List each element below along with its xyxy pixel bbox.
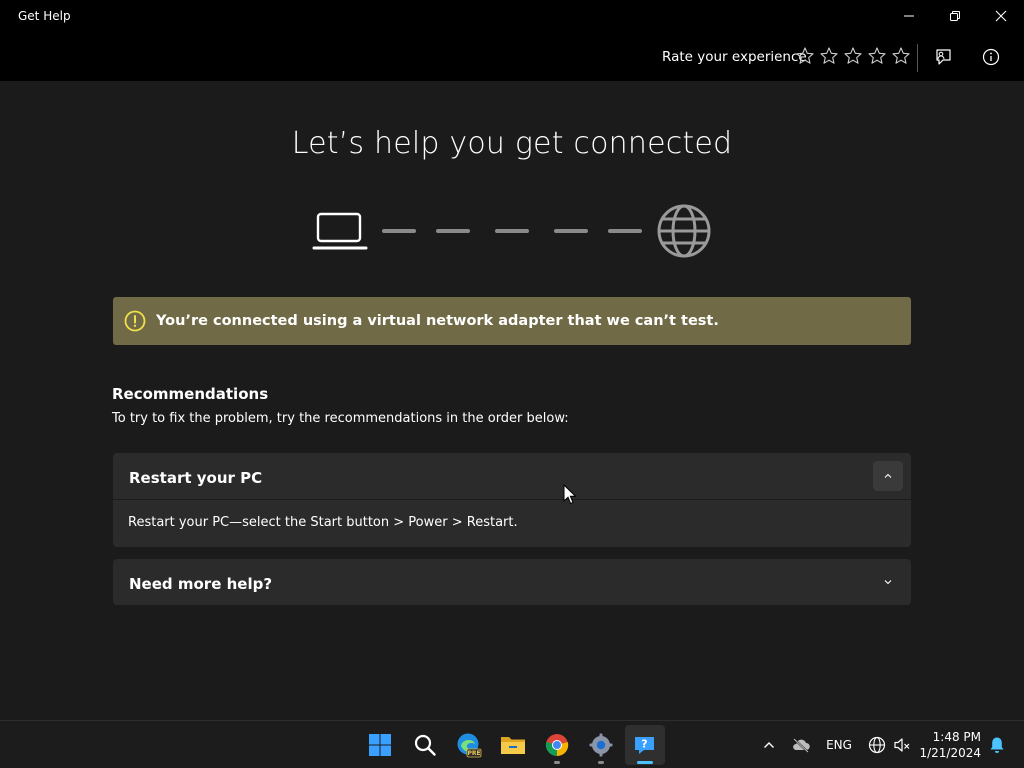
connection-dash (495, 229, 529, 233)
recommendations-description: To try to fix the problem, try the recom… (112, 411, 569, 426)
notifications-button[interactable] (986, 733, 1008, 757)
header-separator (917, 44, 918, 72)
card-divider (113, 499, 911, 500)
connection-diagram (312, 203, 712, 259)
recommendation-card-more-help: Need more help? (113, 559, 911, 605)
minimize-button[interactable] (886, 0, 932, 32)
chevron-down-icon (884, 580, 892, 585)
star-5-icon[interactable] (891, 46, 911, 66)
taskbar-start[interactable] (360, 725, 400, 765)
chevron-up-icon (764, 742, 774, 748)
volume-muted-icon (894, 738, 910, 752)
more-help-card-title: Need more help? (129, 575, 273, 593)
info-icon (982, 48, 1000, 66)
restart-card-body: Restart your PC—select the Start button … (128, 515, 518, 530)
get-help-window: Get Help Rate your experience Let’s help… (0, 0, 1024, 720)
collapse-button[interactable] (873, 461, 903, 491)
feedback-icon (936, 49, 951, 65)
recommendations-heading: Recommendations (112, 385, 269, 403)
restart-card-title: Restart your PC (129, 469, 263, 487)
svg-text:?: ? (641, 738, 647, 751)
globe-network-icon (868, 736, 886, 754)
close-icon (995, 10, 1007, 22)
get-help-icon: ? (635, 737, 654, 754)
close-button[interactable] (978, 0, 1024, 32)
title-bar: Get Help (0, 0, 1024, 32)
star-1-icon[interactable] (795, 46, 815, 66)
show-hidden-icons-button[interactable] (760, 733, 778, 757)
taskbar-get-help[interactable]: ? (625, 725, 665, 765)
restart-card-header[interactable]: Restart your PC (113, 453, 911, 499)
restore-button[interactable] (932, 0, 978, 32)
connection-dash (436, 229, 470, 233)
minimize-icon (904, 15, 914, 17)
taskbar-search[interactable] (405, 725, 445, 765)
folder-icon (501, 737, 525, 754)
taskbar-chrome[interactable] (537, 725, 577, 765)
app-title: Get Help (18, 9, 71, 23)
header-bar: Rate your experience (0, 32, 1024, 81)
info-button[interactable] (979, 45, 1003, 69)
network-tray[interactable] (866, 733, 888, 757)
volume-tray[interactable] (891, 733, 913, 757)
running-indicator (554, 761, 560, 764)
globe-icon (657, 204, 711, 258)
mouse-cursor-icon (563, 484, 577, 505)
warning-banner: You’re connected using a virtual network… (113, 297, 911, 345)
taskbar: PRE ? ENG 1:48 PM 1/21/2024 (0, 720, 1024, 768)
warning-icon (124, 310, 146, 332)
feedback-button[interactable] (931, 45, 955, 69)
star-3-icon[interactable] (843, 46, 863, 66)
bell-icon (990, 737, 1004, 753)
restore-icon (950, 11, 960, 21)
rating-stars (795, 46, 911, 66)
star-2-icon[interactable] (819, 46, 839, 66)
cloud-offline-icon (793, 738, 810, 753)
star-4-icon[interactable] (867, 46, 887, 66)
taskbar-edge-preview[interactable]: PRE (449, 725, 489, 765)
gear-icon (589, 733, 613, 757)
clock-time: 1:48 PM (932, 730, 981, 744)
expand-button[interactable] (873, 567, 903, 597)
more-help-card-header[interactable]: Need more help? (113, 559, 911, 605)
taskbar-file-explorer[interactable] (493, 725, 533, 765)
laptop-icon (312, 212, 368, 250)
connection-dash (382, 229, 416, 233)
taskbar-settings[interactable] (581, 725, 621, 765)
clock-date: 1/21/2024 (919, 746, 981, 760)
running-indicator (598, 761, 604, 764)
connection-dash (608, 229, 642, 233)
windows-start-icon (369, 734, 391, 756)
connection-dash (554, 229, 588, 233)
recommendation-card-restart: Restart your PC Restart your PC—select t… (113, 453, 911, 547)
chrome-icon (545, 734, 569, 757)
page-title: Let’s help you get connected (291, 126, 733, 161)
edge-icon: PRE (457, 733, 482, 758)
chevron-up-icon (884, 473, 892, 478)
warning-banner-text: You’re connected using a virtual network… (156, 313, 719, 329)
onedrive-tray[interactable] (790, 733, 812, 757)
system-clock[interactable]: 1:48 PM 1/21/2024 (919, 729, 981, 761)
rate-experience-label: Rate your experience (662, 49, 807, 65)
search-icon (414, 734, 436, 756)
active-indicator (637, 761, 653, 764)
language-indicator[interactable]: ENG (824, 733, 854, 757)
svg-text:PRE: PRE (467, 750, 480, 757)
